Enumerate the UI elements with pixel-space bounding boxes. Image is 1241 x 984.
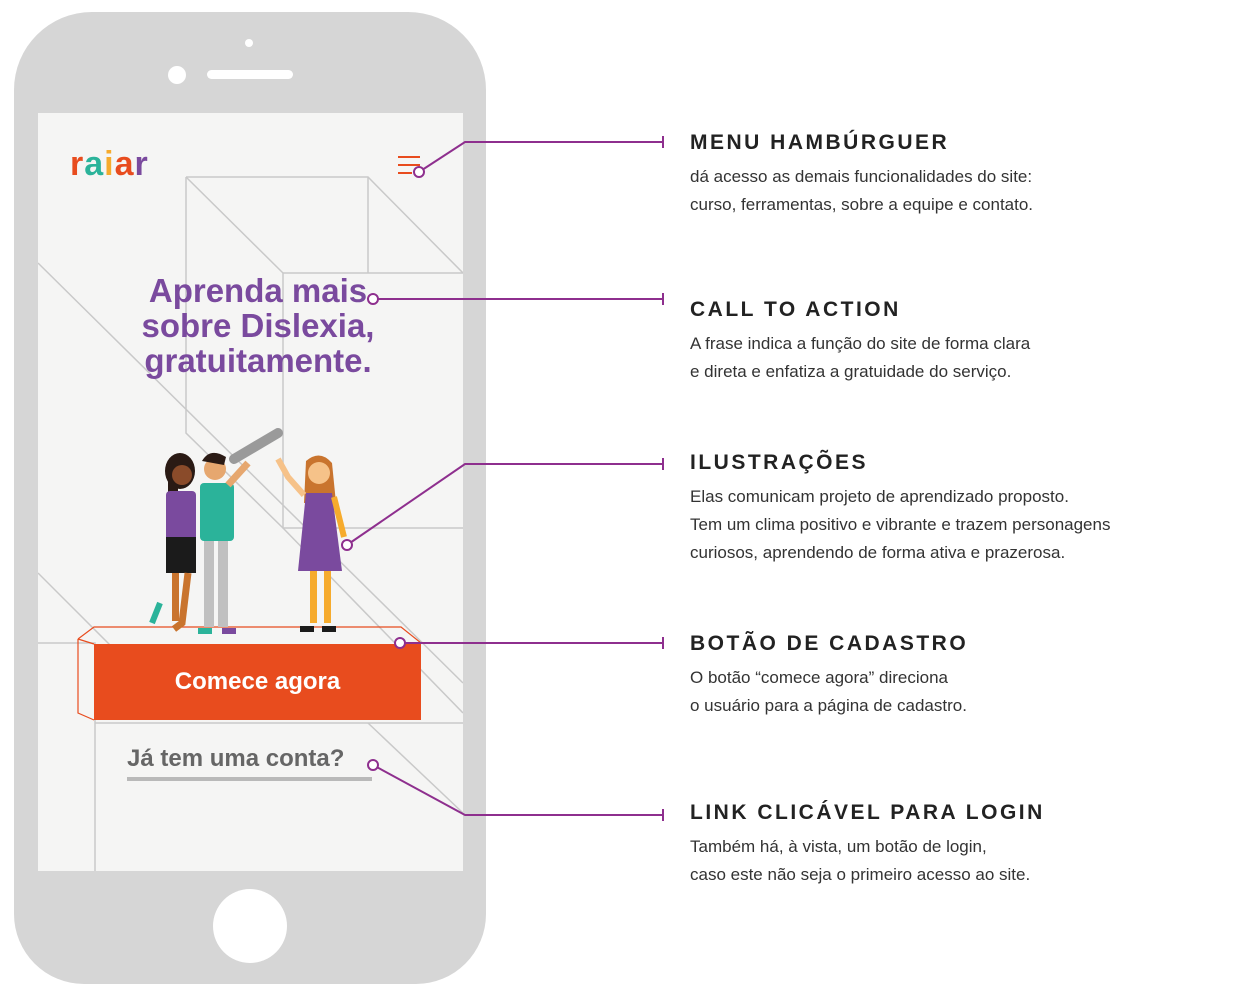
annotation-menu-hamburguer: MENU HAMBÚRGUER dá acesso as demais func… [690, 131, 1033, 219]
annotation-ilustracoes: ILUSTRAÇÕES Elas comunicam projeto de ap… [690, 451, 1110, 567]
annotation-line: dá acesso as demais funcionalidades do s… [690, 167, 1033, 186]
annotation-title: ILUSTRAÇÕES [690, 451, 869, 474]
annotation-line: O botão “comece agora” direciona [690, 668, 948, 687]
annotation-line: e direta e enfatiza a gratuidade do serv… [690, 362, 1012, 381]
annotation-title: CALL TO ACTION [690, 298, 901, 321]
annotation-link-login: LINK CLICÁVEL PARA LOGIN Também há, à vi… [690, 801, 1045, 889]
annotation-line: A frase indica a função do site de forma… [690, 334, 1031, 353]
annotation-line: o usuário para a página de cadastro. [690, 696, 967, 715]
annotation-call-to-action: CALL TO ACTION A frase indica a função d… [690, 298, 1030, 386]
annotation-title: LINK CLICÁVEL PARA LOGIN [690, 801, 1045, 824]
annotation-line: Também há, à vista, um botão de login, [690, 837, 987, 856]
annotation-line: curso, ferramentas, sobre a equipe e con… [690, 195, 1034, 214]
annotation-line: Tem um clima positivo e vibrante e traze… [690, 515, 1111, 534]
annotation-line: caso este não seja o primeiro acesso ao … [690, 865, 1031, 884]
annotation-title: BOTÃO DE CADASTRO [690, 632, 969, 655]
annotation-line: curiosos, aprendendo de forma ativa e pr… [690, 543, 1066, 562]
annotation-line: Elas comunicam projeto de aprendizado pr… [690, 487, 1069, 506]
annotation-title: MENU HAMBÚRGUER [690, 131, 950, 154]
annotation-botao-de-cadastro: BOTÃO DE CADASTRO O botão “comece agora”… [690, 632, 968, 720]
